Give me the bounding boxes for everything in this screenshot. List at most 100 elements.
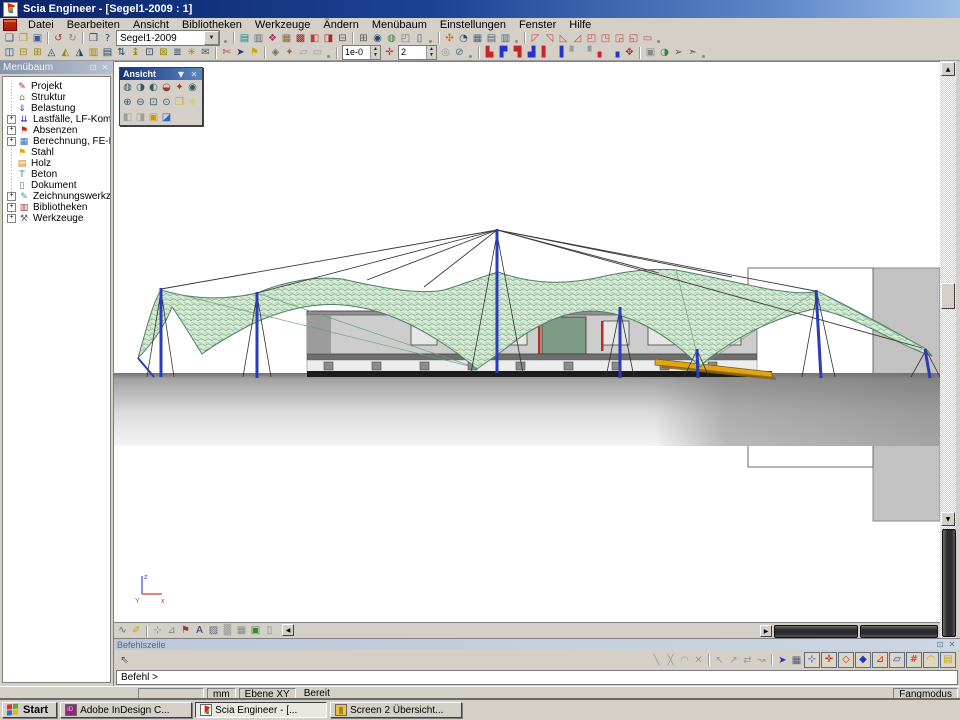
view-custom-icon[interactable]: ▭	[641, 32, 654, 45]
camera-recall-icon[interactable]: ◨	[134, 111, 147, 124]
surface-flag-icon[interactable]: ⚑	[179, 624, 192, 637]
snap-arc-icon[interactable]: ◠	[923, 652, 939, 668]
snap-tangent-icon[interactable]: ⊿	[872, 652, 888, 668]
vertical-scrollbar[interactable]	[940, 61, 956, 638]
filter-nodes-icon[interactable]: ⊡	[143, 46, 156, 59]
tree-item-holz[interactable]: ▤Holz	[3, 158, 110, 169]
pin-icon[interactable]: ⊡	[88, 63, 98, 72]
load-panel-7-icon[interactable]: ▘	[567, 46, 580, 59]
snap-endpoint-icon[interactable]: ✛	[821, 652, 837, 668]
node-labels-icon[interactable]: ⊹	[151, 624, 164, 637]
fe-mesh-icon[interactable]: ▦	[235, 624, 248, 637]
load-panel-10-icon[interactable]: ▗	[609, 46, 622, 59]
window-icon[interactable]: ❒	[87, 32, 100, 45]
view-side-camera-icon[interactable]: ◐	[147, 81, 160, 94]
mirror-icon[interactable]: ⇄	[741, 654, 754, 667]
lightbulb-icon[interactable]: ☼	[186, 96, 199, 109]
scroll-right-icon[interactable]	[760, 625, 772, 637]
move-node-icon[interactable]: ↖	[713, 654, 726, 667]
cursor-mode-1-icon[interactable]: ➢	[672, 46, 685, 59]
print-icon[interactable]: ⊞	[357, 32, 370, 45]
combobox-dropdown-icon[interactable]: ▼	[204, 31, 219, 45]
load-panel-6-icon[interactable]: ▐	[553, 46, 566, 59]
tree-item-zeichnungswerkzeuge[interactable]: +✎Zeichnungswerkzeuge	[3, 191, 110, 202]
send-icon[interactable]: ✉	[199, 46, 212, 59]
expand-icon[interactable]: +	[7, 203, 16, 212]
expand-icon[interactable]: +	[7, 137, 16, 146]
render-settings-icon[interactable]: ▣	[147, 111, 160, 124]
tree-item-belastung[interactable]: ⇓Belastung	[3, 103, 110, 114]
tree-item-bibliotheken[interactable]: +▥Bibliotheken	[3, 202, 110, 213]
table-icon[interactable]: ▤	[485, 32, 498, 45]
search-binoculars-icon[interactable]: ◉	[371, 32, 384, 45]
ground-slab[interactable]	[114, 373, 940, 446]
arc-icon[interactable]: ◠	[678, 654, 691, 667]
delete-icon[interactable]: ✕	[692, 654, 705, 667]
load-panel-5-icon[interactable]: ▌	[539, 46, 552, 59]
layers-icon[interactable]: ◧	[308, 32, 321, 45]
document-view-icon[interactable]: ◨	[322, 32, 335, 45]
scroll-up-icon[interactable]	[941, 62, 955, 76]
clip-plane-icon[interactable]: ▭	[311, 46, 324, 59]
gallery-icon[interactable]: ❖	[266, 32, 279, 45]
horizontal-scrollbar-thumb-1[interactable]	[774, 625, 858, 638]
view-bottom-icon[interactable]: ◹	[543, 32, 556, 45]
ansicht-palette-header[interactable]: Ansicht ▼ ✕	[120, 68, 202, 80]
menu-ansicht[interactable]: Ansicht	[127, 19, 175, 31]
move-load-icon[interactable]: ✥	[623, 46, 636, 59]
view-front-icon[interactable]: ◺	[557, 32, 570, 45]
status-unit[interactable]: mm	[207, 688, 236, 700]
check-doc-icon[interactable]: ◑	[658, 46, 671, 59]
view-right-icon[interactable]: ◳	[599, 32, 612, 45]
wireframe-toggle-icon[interactable]: ∿	[116, 624, 129, 637]
picture-icon[interactable]: ▩	[294, 32, 307, 45]
scroll-left-icon[interactable]	[282, 624, 294, 636]
member-labels-icon[interactable]: ⊿	[165, 624, 178, 637]
layer-up-icon[interactable]: ⇅	[115, 46, 128, 59]
expand-icon[interactable]: +	[7, 115, 16, 124]
world-icon[interactable]: ◍	[385, 32, 398, 45]
menu-fenster[interactable]: Fenster	[513, 19, 562, 31]
visibility-members-icon[interactable]: ◮	[73, 46, 86, 59]
copy-icon[interactable]: ↗	[727, 654, 740, 667]
tag-icon[interactable]: ⚑	[248, 46, 261, 59]
draw-line-icon[interactable]: ╲	[650, 654, 663, 667]
new-document-icon[interactable]: ❏	[3, 32, 16, 45]
zoom-out-icon[interactable]: ⊖	[134, 96, 147, 109]
camera-store-icon[interactable]: ◧	[121, 111, 134, 124]
magnification-spinner-arrows[interactable]: ▲▼	[426, 46, 436, 59]
save-view-icon[interactable]: ▣	[644, 46, 657, 59]
grid-snap-icon[interactable]: ▦	[790, 654, 803, 667]
shading-icon[interactable]: ▒	[221, 624, 234, 637]
menu-bearbeiten[interactable]: Bearbeiten	[61, 19, 126, 31]
horizontal-scrollbar-thumb-2[interactable]	[860, 625, 938, 638]
annotate-icon[interactable]: ✐	[130, 624, 143, 637]
text-labels-icon[interactable]: A	[193, 624, 206, 637]
mdi-child-icon[interactable]	[3, 19, 17, 31]
camera-icon[interactable]: ◰	[399, 32, 412, 45]
load-panel-9-icon[interactable]: ▖	[595, 46, 608, 59]
close-icon[interactable]: ✕	[189, 70, 199, 79]
menu-andern[interactable]: Ändern	[317, 19, 364, 31]
grid-settings-icon[interactable]: ▦	[471, 32, 484, 45]
task-button-scia[interactable]: Scia Engineer - [...	[195, 702, 327, 718]
polyline-icon[interactable]: ╳	[664, 654, 677, 667]
select-by-property-icon[interactable]: ⊞	[31, 46, 44, 59]
snap-orthogonal-icon[interactable]: ◆	[855, 652, 871, 668]
vertical-scrollbar-thumb[interactable]	[941, 283, 955, 309]
command-input[interactable]: Befehl >	[116, 670, 958, 685]
select-previous-icon[interactable]: ⊟	[17, 46, 30, 59]
menu-werkzeuge[interactable]: Werkzeuge	[249, 19, 316, 31]
view-perspective-icon[interactable]: ◱	[627, 32, 640, 45]
tree-item-werkzeuge[interactable]: +⚒Werkzeuge	[3, 213, 110, 224]
open-view-icon[interactable]: ❐	[173, 96, 186, 109]
render-fill-icon[interactable]: ▨	[207, 624, 220, 637]
snap-edge-icon[interactable]: ▱	[889, 652, 905, 668]
view-top-camera-icon[interactable]: ◒	[160, 81, 173, 94]
scia-app-icon[interactable]	[3, 2, 18, 17]
measure-icon[interactable]: ⊘	[453, 46, 466, 59]
anchor-icon[interactable]: ✛	[383, 46, 396, 59]
clip-box-icon[interactable]: ▱	[297, 46, 310, 59]
expand-icon[interactable]: +	[7, 126, 16, 135]
load-panel-3-icon[interactable]: ▜	[511, 46, 524, 59]
